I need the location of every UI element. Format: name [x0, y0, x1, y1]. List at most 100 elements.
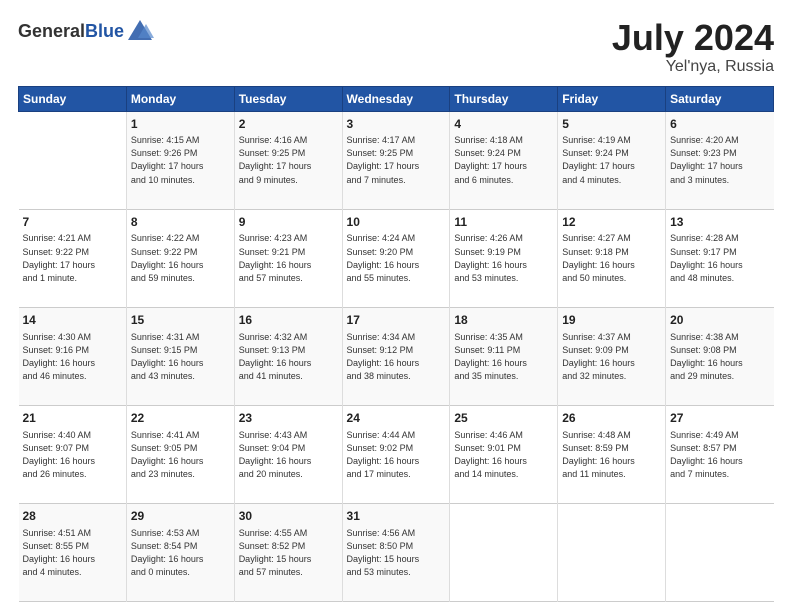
- cell-content: Sunrise: 4:23 AM Sunset: 9:21 PM Dayligh…: [239, 232, 338, 284]
- cell-content: Sunrise: 4:20 AM Sunset: 9:23 PM Dayligh…: [670, 134, 769, 186]
- day-number: 1: [131, 116, 230, 133]
- day-number: 13: [670, 214, 769, 231]
- weekday-header-wednesday: Wednesday: [342, 86, 450, 111]
- weekday-header-saturday: Saturday: [666, 86, 774, 111]
- cell-content: Sunrise: 4:37 AM Sunset: 9:09 PM Dayligh…: [562, 331, 661, 383]
- cell-content: Sunrise: 4:48 AM Sunset: 8:59 PM Dayligh…: [562, 429, 661, 481]
- calendar-cell: 8Sunrise: 4:22 AM Sunset: 9:22 PM Daylig…: [126, 209, 234, 307]
- cell-content: Sunrise: 4:55 AM Sunset: 8:52 PM Dayligh…: [239, 527, 338, 579]
- calendar-cell: 14 Sunrise: 4:30 AM Sunset: 9:16 PM Dayli…: [19, 307, 127, 405]
- day-number: 5: [562, 116, 661, 133]
- day-number: 3: [347, 116, 446, 133]
- cell-content: Sunrise: 4:35 AM Sunset: 9:11 PM Dayligh…: [454, 331, 553, 383]
- calendar-cell: [666, 503, 774, 601]
- day-number: 8: [131, 214, 230, 231]
- day-number: 22: [131, 410, 230, 427]
- location: Yel'nya, Russia: [612, 58, 774, 76]
- cell-content: Sunrise: 4:43 AM Sunset: 9:04 PM Dayligh…: [239, 429, 338, 481]
- cell-content: Sunrise: 4:46 AM Sunset: 9:01 PM Dayligh…: [454, 429, 553, 481]
- day-number: 16: [239, 312, 338, 329]
- calendar-cell: 3Sunrise: 4:17 AM Sunset: 9:25 PM Daylig…: [342, 111, 450, 209]
- calendar-week-row: 14 Sunrise: 4:30 AM Sunset: 9:16 PM Dayli…: [19, 307, 774, 405]
- day-number: 19: [562, 312, 661, 329]
- cell-content: Sunrise: 4:53 AM Sunset: 8:54 PM Dayligh…: [131, 527, 230, 579]
- day-number: 18: [454, 312, 553, 329]
- calendar-cell: 20Sunrise: 4:38 AM Sunset: 9:08 PM Dayli…: [666, 307, 774, 405]
- weekday-header-sunday: Sunday: [19, 86, 127, 111]
- day-number: 2: [239, 116, 338, 133]
- calendar-cell: 25 Sunrise: 4:46 AM Sunset: 9:01 PM Dayli…: [450, 405, 558, 503]
- calendar-week-row: 7Sunrise: 4:21 AM Sunset: 9:22 PM Daylig…: [19, 209, 774, 307]
- cell-content: Sunrise: 4:24 AM Sunset: 9:20 PM Dayligh…: [347, 232, 446, 284]
- logo-blue-text: Blue: [85, 21, 124, 41]
- cell-content: Sunrise: 4:49 AM Sunset: 8:57 PM Dayligh…: [670, 429, 769, 481]
- cell-content: Sunrise: 4:31 AM Sunset: 9:15 PM Dayligh…: [131, 331, 230, 383]
- weekday-header-tuesday: Tuesday: [234, 86, 342, 111]
- day-number: 31: [347, 508, 446, 525]
- calendar-cell: 7Sunrise: 4:21 AM Sunset: 9:22 PM Daylig…: [19, 209, 127, 307]
- calendar-cell: [19, 111, 127, 209]
- cell-content: Sunrise: 4:27 AM Sunset: 9:18 PM Dayligh…: [562, 232, 661, 284]
- calendar-cell: 10Sunrise: 4:24 AM Sunset: 9:20 PM Dayli…: [342, 209, 450, 307]
- day-number: 7: [23, 214, 122, 231]
- calendar-cell: 31Sunrise: 4:56 AM Sunset: 8:50 PM Dayli…: [342, 503, 450, 601]
- day-number: 14: [23, 312, 122, 329]
- calendar-cell: 6Sunrise: 4:20 AM Sunset: 9:23 PM Daylig…: [666, 111, 774, 209]
- day-number: 25: [454, 410, 553, 427]
- calendar-cell: [558, 503, 666, 601]
- calendar-cell: 13Sunrise: 4:28 AM Sunset: 9:17 PM Dayli…: [666, 209, 774, 307]
- cell-content: Sunrise: 4:17 AM Sunset: 9:25 PM Dayligh…: [347, 134, 446, 186]
- calendar-cell: 12Sunrise: 4:27 AM Sunset: 9:18 PM Dayli…: [558, 209, 666, 307]
- day-number: 15: [131, 312, 230, 329]
- page-header: GeneralBlue July 2024 Yel'nya, Russia: [18, 18, 774, 76]
- calendar-cell: 2Sunrise: 4:16 AM Sunset: 9:25 PM Daylig…: [234, 111, 342, 209]
- calendar-cell: 19 Sunrise: 4:37 AM Sunset: 9:09 PM Dayli…: [558, 307, 666, 405]
- cell-content: Sunrise: 4:51 AM Sunset: 8:55 PM Dayligh…: [23, 527, 122, 579]
- cell-content: Sunrise: 4:26 AM Sunset: 9:19 PM Dayligh…: [454, 232, 553, 284]
- calendar-cell: [450, 503, 558, 601]
- calendar-cell: 16 Sunrise: 4:32 AM Sunset: 9:13 PM Dayli…: [234, 307, 342, 405]
- cell-content: Sunrise: 4:22 AM Sunset: 9:22 PM Dayligh…: [131, 232, 230, 284]
- cell-content: Sunrise: 4:34 AM Sunset: 9:12 PM Dayligh…: [347, 331, 446, 383]
- cell-content: Sunrise: 4:44 AM Sunset: 9:02 PM Dayligh…: [347, 429, 446, 481]
- cell-content: Sunrise: 4:21 AM Sunset: 9:22 PM Dayligh…: [23, 232, 122, 284]
- calendar-cell: 28 Sunrise: 4:51 AM Sunset: 8:55 PM Dayli…: [19, 503, 127, 601]
- cell-content: Sunrise: 4:41 AM Sunset: 9:05 PM Dayligh…: [131, 429, 230, 481]
- calendar-cell: 22 Sunrise: 4:41 AM Sunset: 9:05 PM Dayli…: [126, 405, 234, 503]
- calendar-cell: 26Sunrise: 4:48 AM Sunset: 8:59 PM Dayli…: [558, 405, 666, 503]
- calendar-cell: 23 Sunrise: 4:43 AM Sunset: 9:04 PM Dayli…: [234, 405, 342, 503]
- cell-content: Sunrise: 4:40 AM Sunset: 9:07 PM Dayligh…: [23, 429, 122, 481]
- day-number: 4: [454, 116, 553, 133]
- cell-content: Sunrise: 4:15 AM Sunset: 9:26 PM Dayligh…: [131, 134, 230, 186]
- weekday-header-thursday: Thursday: [450, 86, 558, 111]
- calendar-table: SundayMondayTuesdayWednesdayThursdayFrid…: [18, 86, 774, 602]
- logo: GeneralBlue: [18, 18, 154, 46]
- calendar-cell: 5Sunrise: 4:19 AM Sunset: 9:24 PM Daylig…: [558, 111, 666, 209]
- day-number: 20: [670, 312, 769, 329]
- day-number: 9: [239, 214, 338, 231]
- day-number: 11: [454, 214, 553, 231]
- cell-content: Sunrise: 4:19 AM Sunset: 9:24 PM Dayligh…: [562, 134, 661, 186]
- calendar-cell: 1Sunrise: 4:15 AM Sunset: 9:26 PM Daylig…: [126, 111, 234, 209]
- calendar-cell: 21 Sunrise: 4:40 AM Sunset: 9:07 PM Dayli…: [19, 405, 127, 503]
- day-number: 21: [23, 410, 122, 427]
- day-number: 10: [347, 214, 446, 231]
- weekday-header-friday: Friday: [558, 86, 666, 111]
- calendar-cell: 24 Sunrise: 4:44 AM Sunset: 9:02 PM Dayli…: [342, 405, 450, 503]
- title-block: July 2024 Yel'nya, Russia: [612, 18, 774, 76]
- calendar-week-row: 1Sunrise: 4:15 AM Sunset: 9:26 PM Daylig…: [19, 111, 774, 209]
- weekday-header-row: SundayMondayTuesdayWednesdayThursdayFrid…: [19, 86, 774, 111]
- calendar-cell: 18 Sunrise: 4:35 AM Sunset: 9:11 PM Dayli…: [450, 307, 558, 405]
- day-number: 28: [23, 508, 122, 525]
- day-number: 23: [239, 410, 338, 427]
- cell-content: Sunrise: 4:30 AM Sunset: 9:16 PM Dayligh…: [23, 331, 122, 383]
- calendar-cell: 30Sunrise: 4:55 AM Sunset: 8:52 PM Dayli…: [234, 503, 342, 601]
- calendar-cell: 9Sunrise: 4:23 AM Sunset: 9:21 PM Daylig…: [234, 209, 342, 307]
- weekday-header-monday: Monday: [126, 86, 234, 111]
- calendar-cell: 4Sunrise: 4:18 AM Sunset: 9:24 PM Daylig…: [450, 111, 558, 209]
- calendar-cell: 27Sunrise: 4:49 AM Sunset: 8:57 PM Dayli…: [666, 405, 774, 503]
- logo-icon: [126, 18, 154, 46]
- day-number: 24: [347, 410, 446, 427]
- day-number: 17: [347, 312, 446, 329]
- cell-content: Sunrise: 4:32 AM Sunset: 9:13 PM Dayligh…: [239, 331, 338, 383]
